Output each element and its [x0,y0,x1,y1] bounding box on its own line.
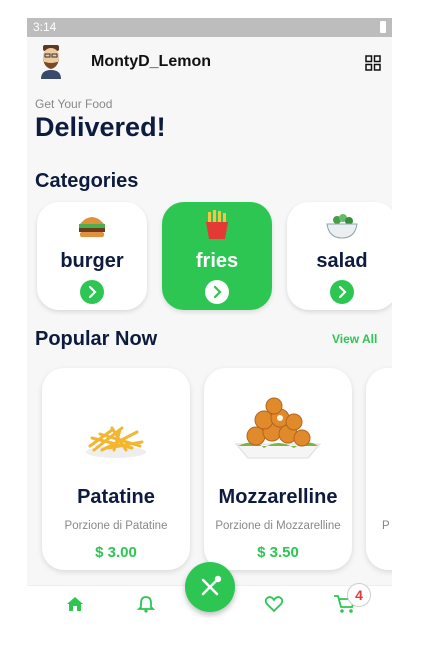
categories-title: Categories [35,170,139,192]
chevron-right-icon[interactable] [330,280,354,304]
category-fries[interactable]: fries [162,202,272,310]
status-bar: 3:14 [27,18,392,37]
food-description: Porzione di Patatine [64,520,168,532]
mozzarelline-image [234,397,322,459]
heart-icon[interactable] [264,594,284,614]
popular-list: Patatine Porzione di Patatine $ 3.00 Moz… [27,368,392,572]
popular-title: Popular Now [35,328,158,350]
category-salad[interactable]: salad [287,202,392,310]
salad-icon [326,214,358,239]
categories-list: burger fries salad [27,202,392,312]
chevron-right-icon[interactable] [205,280,229,304]
chevron-right-icon[interactable] [80,280,104,304]
food-card-mozzarelline[interactable]: Mozzarelline Porzione di Mozzarelline $ … [204,368,352,570]
fork-knife-icon [201,575,222,596]
category-label: salad [316,250,368,272]
food-name: Patatine [77,486,155,508]
view-all-link[interactable]: View All [332,332,377,346]
food-name: Mozzarelline [218,486,338,508]
home-icon[interactable] [65,594,85,614]
food-price: $ 3.50 [257,544,299,561]
food-card-patatine[interactable]: Patatine Porzione di Patatine $ 3.00 [42,368,190,570]
food-description: P [382,520,390,532]
category-burger[interactable]: burger [37,202,147,310]
cart-count-badge: 4 [347,583,371,607]
hero-subtitle: Get Your Food [35,97,113,111]
fries-image [86,426,146,458]
grid-menu-icon[interactable] [365,55,381,71]
avatar[interactable] [37,43,65,79]
category-label: burger [60,250,124,272]
app-screen: 3:14 MontyD_Lemon Get Your Food Delivere… [27,18,392,618]
bell-icon[interactable] [136,594,156,614]
food-card-partial[interactable]: P [366,368,392,570]
app-header: MontyD_Lemon [27,37,392,89]
battery-icon [380,21,386,33]
status-time: 3:14 [33,20,57,34]
fries-icon [206,210,228,239]
hero-headline: Delivered! [35,112,166,142]
category-label: fries [195,250,239,272]
food-price: $ 3.00 [95,544,137,561]
menu-fab-button[interactable] [185,562,235,612]
username: MontyD_Lemon [91,53,211,70]
food-description: Porzione di Mozzarelline [215,520,341,532]
burger-icon [79,217,105,237]
